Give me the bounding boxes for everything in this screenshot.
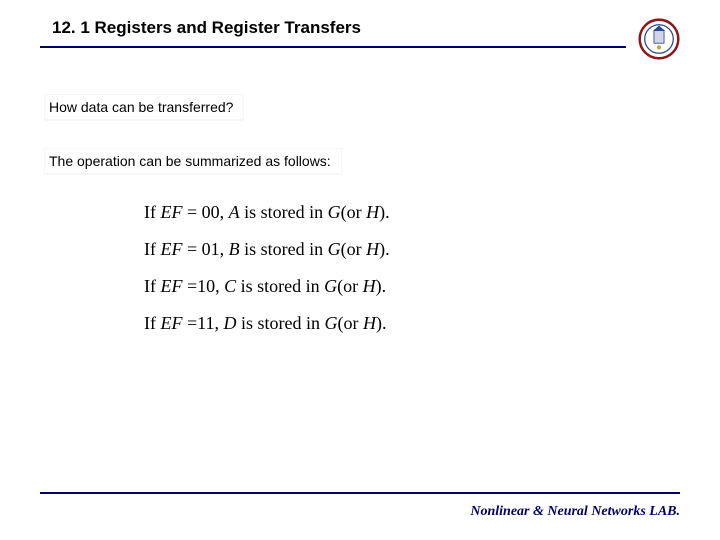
rules-block: If EF = 00, A is stored in G(or H). If E… [44,194,680,342]
title-block: 12. 1 Registers and Register Transfers [40,18,626,48]
footer-lab-text: Nonlinear & Neural Networks LAB. [470,504,680,520]
dest: G [328,239,341,259]
dest: G [324,276,337,296]
summary-intro-text: The operation can be summarized as follo… [44,148,342,174]
eq: = [187,313,197,333]
dest: G [325,313,338,333]
eq: = [187,202,197,222]
rule-line: If EF = 00, A is stored in G(or H). [144,194,680,231]
header: 12. 1 Registers and Register Transfers [40,18,680,60]
or-open: (or [341,202,367,222]
footer-rule [40,492,680,494]
reg: D [224,313,237,333]
alt: H [366,239,379,259]
rule-line: If EF =10, C is stored in G(or H). [144,268,680,305]
alt: H [363,313,376,333]
or-open: (or [341,239,367,259]
or-open: (or [337,276,363,296]
stored-in: is stored in [240,202,328,222]
end: ). [376,313,387,333]
cond-lhs: EF [161,202,183,222]
slide: 12. 1 Registers and Register Transfers H… [0,0,720,540]
cond-lhs: EF [161,239,183,259]
reg: A [229,202,240,222]
rule-line: If EF =11, D is stored in G(or H). [144,305,680,342]
end: ). [379,202,390,222]
header-rule [40,46,626,48]
stored-in: is stored in [237,313,325,333]
question-box: How data can be transferred? [44,94,680,120]
alt: H [366,202,379,222]
cond-val: 10 [197,276,215,296]
dest: G [328,202,341,222]
cond-val: 11 [197,313,214,333]
cond-val: 00 [202,202,220,222]
rule-line: If EF = 01, B is stored in G(or H). [144,231,680,268]
content-area: How data can be transferred? The operati… [40,60,680,342]
question-text: How data can be transferred? [44,94,244,120]
if-prefix: If [144,202,161,222]
reg: C [224,276,236,296]
end: ). [376,276,387,296]
summary-box: The operation can be summarized as follo… [44,148,680,174]
reg: B [229,239,240,259]
cond-val: 01 [202,239,220,259]
alt: H [363,276,376,296]
page-title: 12. 1 Registers and Register Transfers [40,18,626,44]
cond-lhs: EF [161,276,183,296]
eq: = [187,276,197,296]
eq: = [187,239,197,259]
if-prefix: If [144,239,161,259]
end: ). [379,239,390,259]
stored-in: is stored in [236,276,324,296]
if-prefix: If [144,276,161,296]
or-open: (or [338,313,364,333]
stored-in: is stored in [240,239,328,259]
cond-lhs: EF [161,313,183,333]
if-prefix: If [144,313,161,333]
university-seal-icon [638,18,680,60]
